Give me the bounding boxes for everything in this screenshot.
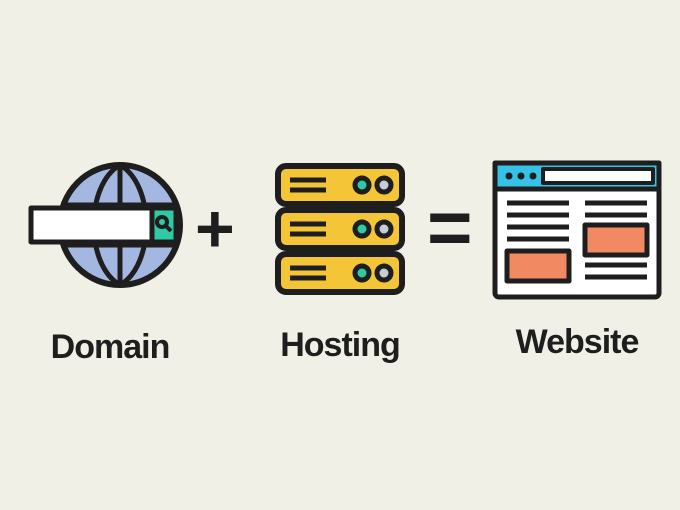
browser-window-icon xyxy=(487,155,667,305)
plus-operator: + xyxy=(195,195,235,263)
diagram-canvas: Domain + xyxy=(0,0,680,510)
website-label: Website xyxy=(516,323,639,362)
hosting-label: Hosting xyxy=(280,326,400,365)
hosting-item: Hosting xyxy=(250,148,430,365)
equals-operator: = xyxy=(427,188,469,266)
domain-label: Domain xyxy=(51,328,170,367)
server-icon xyxy=(260,148,420,308)
website-item: Website xyxy=(482,155,672,362)
globe-search-icon xyxy=(25,150,195,310)
domain-item: Domain xyxy=(20,150,200,367)
